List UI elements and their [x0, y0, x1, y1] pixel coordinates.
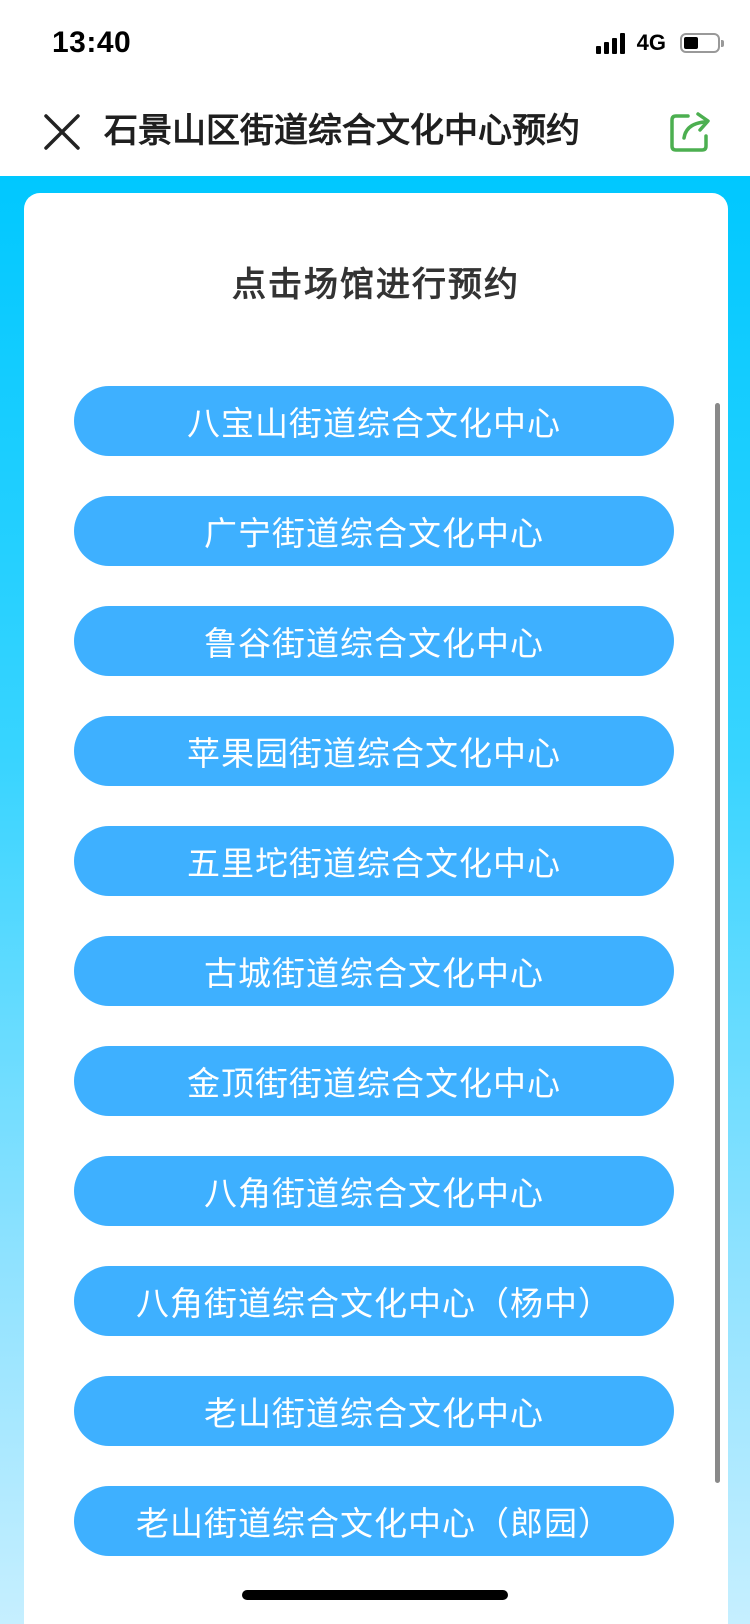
- venue-card: 点击场馆进行预约 八宝山街道综合文化中心 广宁街道综合文化中心 鲁谷街道综合文化…: [24, 193, 728, 1624]
- network-label: 4G: [636, 30, 666, 55]
- share-icon: [670, 112, 710, 152]
- status-indicators: 4G: [595, 30, 724, 56]
- status-bar: 13:40 4G: [0, 0, 750, 88]
- venue-button[interactable]: 金顶街街道综合文化中心: [74, 1046, 674, 1116]
- card-title: 点击场馆进行预约: [232, 265, 520, 305]
- venue-button[interactable]: 八宝山街道综合文化中心: [74, 386, 674, 456]
- venue-button[interactable]: 苹果园街道综合文化中心: [74, 716, 674, 786]
- battery-icon: [680, 33, 724, 53]
- venue-button[interactable]: 老山街道综合文化中心（郎园）: [74, 1486, 674, 1556]
- venue-button[interactable]: 广宁街道综合文化中心: [74, 496, 674, 566]
- venue-button[interactable]: 五里坨街道综合文化中心: [74, 826, 674, 896]
- battery-fill: [684, 37, 698, 49]
- signal-icon: [595, 32, 625, 54]
- share-button[interactable]: [666, 108, 714, 156]
- status-time: 13:40: [52, 26, 132, 59]
- content-background: 点击场馆进行预约 八宝山街道综合文化中心 广宁街道综合文化中心 鲁谷街道综合文化…: [0, 176, 750, 1624]
- venue-button[interactable]: 古城街道综合文化中心: [74, 936, 674, 1006]
- venue-button[interactable]: 八角街道综合文化中心: [74, 1156, 674, 1226]
- close-button[interactable]: [40, 110, 84, 154]
- venue-button[interactable]: 鲁谷街道综合文化中心: [74, 606, 674, 676]
- scrollbar[interactable]: [715, 403, 720, 1483]
- venue-list: 八宝山街道综合文化中心 广宁街道综合文化中心 鲁谷街道综合文化中心 苹果园街道综…: [74, 386, 674, 1596]
- close-icon: [44, 114, 80, 150]
- venue-button[interactable]: 八角街道综合文化中心（杨中）: [74, 1266, 674, 1336]
- home-indicator[interactable]: [242, 1590, 508, 1600]
- nav-bar: 石景山区街道综合文化中心预约: [0, 88, 750, 176]
- page-title: 石景山区街道综合文化中心预约: [104, 111, 580, 151]
- venue-button[interactable]: 老山街道综合文化中心: [74, 1376, 674, 1446]
